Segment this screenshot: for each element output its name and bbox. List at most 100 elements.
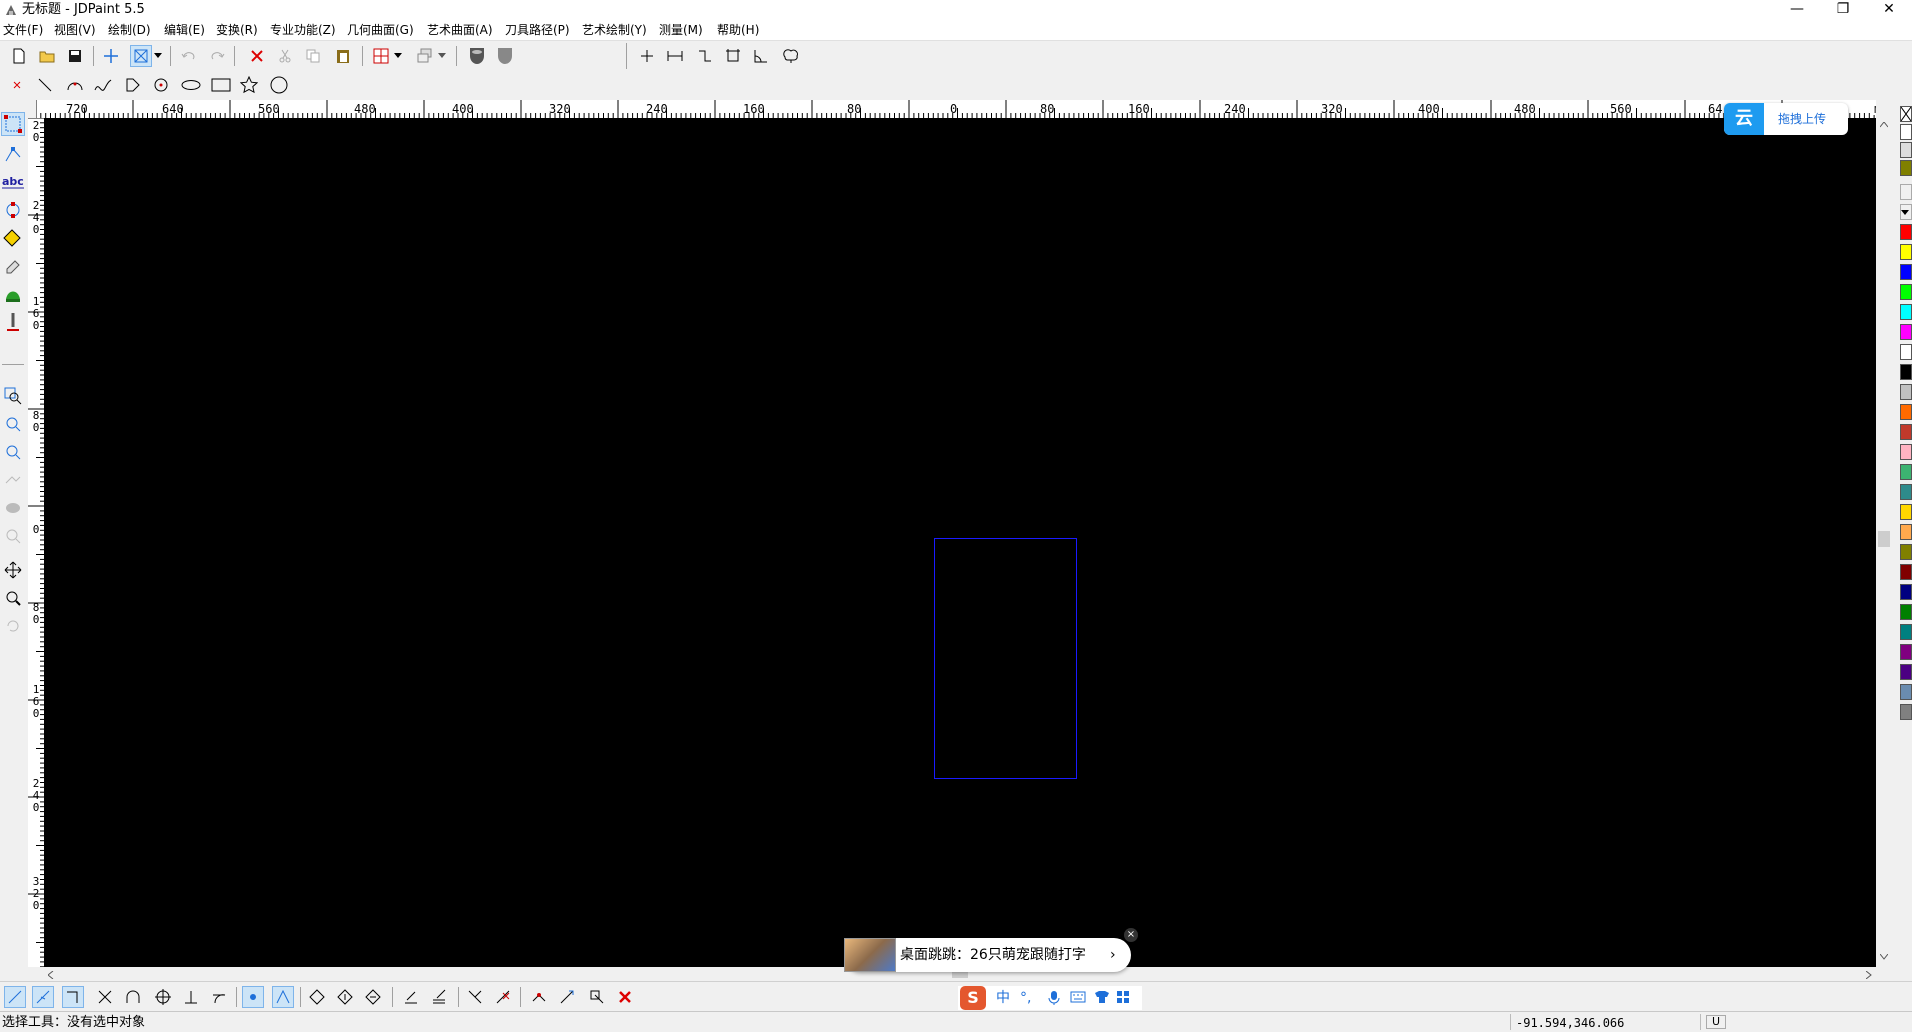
- menu-view[interactable]: 视图(V): [54, 22, 96, 38]
- snap-perpendicular-button[interactable]: [180, 986, 202, 1008]
- select-mode-button[interactable]: [130, 45, 152, 67]
- distance-measure-button[interactable]: [664, 45, 686, 67]
- connect-button[interactable]: [528, 986, 550, 1008]
- snap-arc-button[interactable]: [122, 986, 144, 1008]
- snap-point-button[interactable]: [100, 45, 122, 67]
- snap-center-button[interactable]: [152, 986, 174, 1008]
- scroll-down-icon[interactable]: [1880, 954, 1888, 960]
- snap-grid-button[interactable]: [242, 986, 264, 1008]
- menu-help[interactable]: 帮助(H): [717, 22, 759, 38]
- upload-popup[interactable]: 云 拖拽上传: [1724, 103, 1848, 135]
- mic-icon[interactable]: [1048, 990, 1060, 1006]
- menu-art-surface[interactable]: 艺术曲面(A): [427, 22, 493, 38]
- sculpt-tool-button[interactable]: [1, 310, 25, 334]
- scroll-up-icon[interactable]: [1880, 122, 1888, 128]
- area-measure-button[interactable]: [780, 45, 802, 67]
- maximize-button[interactable]: ❐: [1820, 0, 1866, 20]
- color-swatch[interactable]: [1900, 364, 1912, 380]
- color-swatch[interactable]: [1900, 304, 1912, 320]
- palette-dropdown[interactable]: [1900, 204, 1912, 220]
- color-swatch[interactable]: [1900, 344, 1912, 360]
- pan-button[interactable]: [1, 558, 25, 582]
- layer-button[interactable]: [414, 45, 436, 67]
- news-popup[interactable]: 桌面跳跳：26只萌宠跟随打字 › ×: [844, 928, 1138, 972]
- delete-segment-button[interactable]: [492, 986, 514, 1008]
- shade-light-button[interactable]: [494, 45, 516, 67]
- extend-button[interactable]: [556, 986, 578, 1008]
- news-close-button[interactable]: ×: [1124, 928, 1138, 942]
- color-swatch[interactable]: [1900, 464, 1912, 480]
- color-swatch[interactable]: [1900, 544, 1912, 560]
- menu-art-draw[interactable]: 艺术绘制(Y): [582, 22, 647, 38]
- toolbox-icon[interactable]: [1116, 990, 1130, 1004]
- zoom-previous-button[interactable]: [1, 468, 25, 492]
- vertical-scroll-thumb[interactable]: [1878, 531, 1890, 547]
- spline-tool-button[interactable]: [92, 74, 114, 96]
- save-button[interactable]: [64, 45, 86, 67]
- relief-tool-button[interactable]: [1, 282, 25, 306]
- corner-angle-button[interactable]: [750, 45, 772, 67]
- line-tool-button[interactable]: [34, 74, 56, 96]
- zoom-in-button[interactable]: [1, 412, 25, 436]
- color-swatch[interactable]: [1900, 664, 1912, 680]
- menu-file[interactable]: 文件(F): [3, 22, 43, 38]
- angle-measure-button[interactable]: [694, 45, 716, 67]
- color-swatch[interactable]: [1900, 384, 1912, 400]
- edit-point-2-button[interactable]: [428, 986, 450, 1008]
- snap-angle-button[interactable]: [272, 986, 294, 1008]
- delete-button[interactable]: [246, 45, 268, 67]
- grid-button[interactable]: [370, 45, 392, 67]
- copy-button[interactable]: [302, 45, 324, 67]
- color-swatch[interactable]: [1900, 284, 1912, 300]
- paste-button[interactable]: [332, 45, 354, 67]
- snap-diamond-3-button[interactable]: [362, 986, 384, 1008]
- snap-endpoint-button[interactable]: [4, 986, 26, 1008]
- color-swatch[interactable]: [1900, 424, 1912, 440]
- color-swatch[interactable]: [1900, 684, 1912, 700]
- snap-corner-button[interactable]: [62, 986, 84, 1008]
- undo-button[interactable]: [178, 45, 200, 67]
- circle-edit-tool-button[interactable]: [1, 198, 25, 222]
- polyline-tool-button[interactable]: [122, 74, 144, 96]
- vertical-scrollbar[interactable]: [1876, 118, 1892, 967]
- star-tool-button[interactable]: [238, 74, 260, 96]
- bbox-measure-button[interactable]: [722, 45, 744, 67]
- color-swatch[interactable]: [1900, 244, 1912, 260]
- menu-professional[interactable]: 专业功能(Z): [270, 22, 336, 38]
- chevron-right-icon[interactable]: ›: [1110, 946, 1116, 964]
- color-swatch[interactable]: [1900, 524, 1912, 540]
- circle-tool-button[interactable]: [268, 74, 290, 96]
- color-swatch[interactable]: [1900, 604, 1912, 620]
- point-measure-button[interactable]: [636, 45, 658, 67]
- menu-draw[interactable]: 绘制(D): [108, 22, 151, 38]
- scroll-left-icon[interactable]: [48, 971, 54, 979]
- zoom-realtime-button[interactable]: [1, 586, 25, 610]
- zoom-window-button[interactable]: [1, 384, 25, 408]
- current-color-swatch[interactable]: [1900, 160, 1912, 176]
- snap-intersection-button[interactable]: [94, 986, 116, 1008]
- eraser-tool-button[interactable]: [1, 254, 25, 278]
- cancel-edit-button[interactable]: [614, 986, 636, 1008]
- layer-dropdown[interactable]: [436, 45, 448, 67]
- color-swatch[interactable]: [1900, 504, 1912, 520]
- grid-dropdown[interactable]: [392, 45, 404, 67]
- redo-button[interactable]: [206, 45, 228, 67]
- arc-tool-button[interactable]: [64, 74, 86, 96]
- menu-geometric-surface[interactable]: 几何曲面(G): [347, 22, 414, 38]
- keyboard-icon[interactable]: [1070, 991, 1086, 1003]
- color-swatch[interactable]: [1900, 404, 1912, 420]
- menu-measure[interactable]: 测量(M): [659, 22, 703, 38]
- trim-button[interactable]: [586, 986, 608, 1008]
- news-text[interactable]: 桌面跳跳：26只萌宠跟随打字: [900, 946, 1086, 964]
- new-file-button[interactable]: [8, 45, 30, 67]
- minimize-button[interactable]: —: [1774, 0, 1820, 20]
- color-swatch[interactable]: [1900, 444, 1912, 460]
- close-button[interactable]: ✕: [1866, 0, 1912, 20]
- drawing-canvas[interactable]: [44, 118, 1876, 967]
- color-swatch[interactable]: [1900, 704, 1912, 720]
- skin-icon[interactable]: [1094, 990, 1110, 1004]
- color-swatch[interactable]: [1900, 484, 1912, 500]
- snap-diamond-2-button[interactable]: [334, 986, 356, 1008]
- pattern-swatch[interactable]: [1900, 142, 1912, 158]
- ime-mode-toggle[interactable]: 中: [996, 989, 1010, 1007]
